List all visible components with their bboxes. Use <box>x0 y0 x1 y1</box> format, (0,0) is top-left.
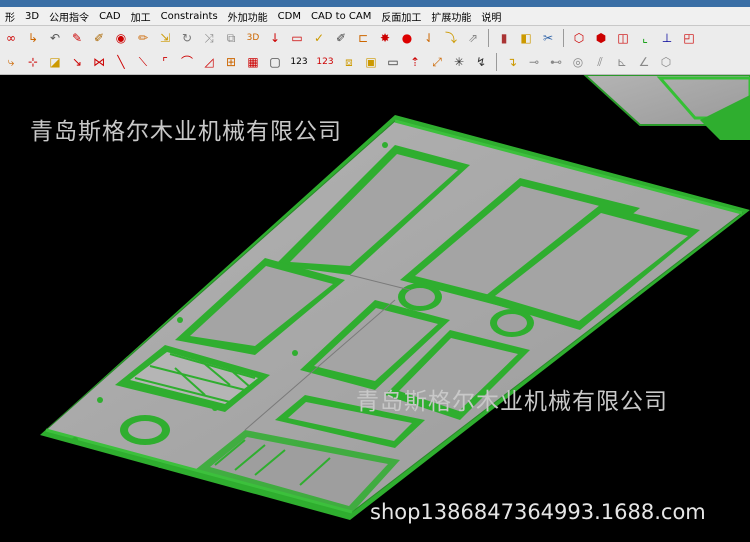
toolbar-secondary: ⤷ ⊹ ◪ ↘ ⋈ ╲ ⟍ ⌜ ⌒ ◿ ⊞ ▦ ▢ 123 123 ⧈ ▣ ▭ … <box>0 50 750 75</box>
menu-item-machining[interactable]: 加工 <box>126 9 156 24</box>
menu-item-extend[interactable]: 扩展功能 <box>426 9 476 24</box>
toolbar-separator <box>496 53 497 71</box>
menu-item-help[interactable]: 说明 <box>476 9 506 24</box>
parallel-icon[interactable]: ⫽ <box>591 53 609 71</box>
undo-icon[interactable]: ↶ <box>46 29 64 47</box>
copy-icon[interactable]: ⧉ <box>222 29 240 47</box>
menu-item-reverse[interactable]: 反面加工 <box>376 9 426 24</box>
snap-icon[interactable]: ⤷ <box>2 53 20 71</box>
box-icon[interactable]: ▢ <box>266 53 284 71</box>
window-title-bar <box>0 0 750 7</box>
polyline-icon[interactable]: ⟍ <box>134 53 152 71</box>
move-up-icon[interactable]: ⇡ <box>406 53 424 71</box>
square-icon[interactable]: ◪ <box>46 53 64 71</box>
merge-icon[interactable]: ⤵ <box>442 29 460 47</box>
table-icon[interactable]: ▦ <box>244 53 262 71</box>
grid-icon[interactable]: ⊞ <box>222 53 240 71</box>
view-top-icon[interactable]: ◫ <box>614 29 632 47</box>
hex-icon[interactable]: ⬡ <box>657 53 675 71</box>
dimension-icon[interactable]: ↴ <box>503 53 521 71</box>
arc-icon[interactable]: ⌜ <box>156 53 174 71</box>
view-iso-icon[interactable]: ⬡ <box>570 29 588 47</box>
layers-icon[interactable]: ⧈ <box>340 53 358 71</box>
circle-dim-icon[interactable]: ◎ <box>569 53 587 71</box>
explode-icon[interactable]: ✳ <box>450 53 468 71</box>
rotate-icon[interactable]: ↻ <box>178 29 196 47</box>
watermark-company-top: 青岛斯格尔木业机械有限公司 <box>30 119 342 145</box>
dot-icon[interactable]: ⇃ <box>420 29 438 47</box>
point-icon[interactable]: ⊹ <box>24 53 42 71</box>
menu-item-cad-to-cam[interactable]: CAD to CAM <box>306 11 376 22</box>
menu-item-constraints[interactable]: Constraints <box>156 11 223 22</box>
sort-icon[interactable]: 123 <box>314 53 336 71</box>
book-icon[interactable]: ▮ <box>495 29 513 47</box>
brush-icon[interactable]: ✓ <box>310 29 328 47</box>
view-front-icon[interactable]: ⬢ <box>592 29 610 47</box>
corner-icon[interactable]: ↯ <box>472 53 490 71</box>
rectangle-icon[interactable]: ▭ <box>288 29 306 47</box>
text-icon[interactable]: ▭ <box>384 53 402 71</box>
arrow-icon[interactable]: ↳ <box>24 29 42 47</box>
erase-icon[interactable]: ✐ <box>332 29 350 47</box>
perp-icon[interactable]: ⊾ <box>613 53 631 71</box>
watermark-company-middle: 青岛斯格尔木业机械有限公司 <box>356 389 668 415</box>
transform-icon[interactable]: ⤨ <box>200 29 218 47</box>
watermark-shop-url: shop1386847364993.1688.com <box>370 500 706 524</box>
door-slab <box>40 115 750 520</box>
toolbar-separator <box>563 29 564 47</box>
mirror-icon[interactable]: ⤢ <box>428 53 446 71</box>
pencil-icon[interactable]: ✏ <box>134 29 152 47</box>
wave-icon[interactable]: ⋈ <box>90 53 108 71</box>
clip-icon[interactable]: ✂ <box>539 29 557 47</box>
line-dim-icon[interactable]: ⊷ <box>547 53 565 71</box>
3d-icon[interactable]: 3D <box>244 29 262 47</box>
triangle-icon[interactable]: ◿ <box>200 53 218 71</box>
circle-icon[interactable]: ● <box>398 29 416 47</box>
angle-icon[interactable]: ↘ <box>68 53 86 71</box>
toolbar-primary: ∞ ↳ ↶ ✎ ✐ ◉ ✏ ⇲ ↻ ⤨ ⧉ 3D ↓ ▭ ✓ ✐ ⊏ ✸ ● ⇃… <box>0 26 750 51</box>
axis-icon[interactable]: ⌞ <box>636 29 654 47</box>
curve-icon[interactable]: ⌒ <box>178 53 196 71</box>
angle-dim-icon[interactable]: ∠ <box>635 53 653 71</box>
frame-icon[interactable]: ▣ <box>362 53 380 71</box>
menu-bar: 形 3D 公用指令 CAD 加工 Constraints 外加功能 CDM CA… <box>0 7 750 26</box>
link-icon[interactable]: ∞ <box>2 29 20 47</box>
axis2-icon[interactable]: ⊥ <box>658 29 676 47</box>
delete-icon[interactable]: ↓ <box>266 29 284 47</box>
toolbar-separator <box>488 29 489 47</box>
menu-item-cdm[interactable]: CDM <box>273 11 306 22</box>
menu-item-cad[interactable]: CAD <box>94 11 126 22</box>
fill-icon[interactable]: ✸ <box>376 29 394 47</box>
record-icon[interactable]: ◉ <box>112 29 130 47</box>
trim-icon[interactable]: ⊏ <box>354 29 372 47</box>
dash-icon[interactable]: ⊸ <box>525 53 543 71</box>
menu-item-addons[interactable]: 外加功能 <box>223 9 273 24</box>
3d-viewport[interactable]: 青岛斯格尔木业机械有限公司 青岛斯格尔木业机械有限公司 shop13868473… <box>0 75 750 542</box>
shape-icon[interactable]: ⇗ <box>464 29 482 47</box>
cube-icon[interactable]: ◧ <box>517 29 535 47</box>
menu-item-shape[interactable]: 形 <box>0 9 20 24</box>
cube-view-icon[interactable]: ◰ <box>680 29 698 47</box>
pen-icon[interactable]: ✐ <box>90 29 108 47</box>
123-icon[interactable]: 123 <box>288 53 310 71</box>
menu-item-3d[interactable]: 3D <box>20 11 44 22</box>
move-icon[interactable]: ⇲ <box>156 29 174 47</box>
edit-icon[interactable]: ✎ <box>68 29 86 47</box>
line-icon[interactable]: ╲ <box>112 53 130 71</box>
menu-item-common[interactable]: 公用指令 <box>44 9 94 24</box>
partial-door-top-right <box>583 75 750 140</box>
